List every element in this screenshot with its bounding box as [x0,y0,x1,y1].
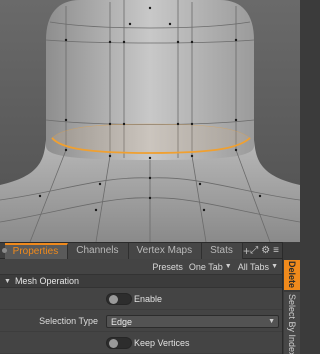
selection-type-row: Selection Type Edge ▼ [0,310,282,332]
tool-sidebar: Delete Select By Index [282,242,300,354]
selection-type-dropdown[interactable]: Edge ▼ [106,315,279,328]
keep-vertices-toggle[interactable] [106,337,132,349]
presets-row: Presets One Tab ▼ All Tabs ▼ [0,259,282,274]
toggle-knob [109,295,118,304]
all-tabs-dropdown[interactable]: All Tabs ▼ [238,262,278,272]
collapse-triangle-icon: ▼ [4,277,11,285]
presets-label[interactable]: Presets [152,262,183,272]
enable-row: Enable [0,288,282,310]
enable-toggle[interactable] [106,293,132,305]
enable-label: Enable [134,293,163,304]
add-tab-button[interactable]: + [243,243,250,258]
selection-type-label: Selection Type [39,315,98,326]
tab-channels[interactable]: Channels [68,243,129,259]
one-tab-dropdown[interactable]: One Tab ▼ [189,262,232,272]
delete-tab[interactable]: Delete [284,260,300,290]
keep-vertices-row: Keep Vertices [0,332,282,354]
tab-properties[interactable]: Properties [4,243,69,259]
mesh-operation-header[interactable]: ▼ Mesh Operation [0,274,282,288]
expand-icon[interactable]: ⤢ [250,243,258,259]
menu-icon[interactable]: ≡ [273,243,279,259]
tab-vertex-maps[interactable]: Vertex Maps [128,243,203,259]
properties-panel: Presets One Tab ▼ All Tabs ▼ ▼ Mesh Operat… [0,259,282,354]
chevron-down-icon: ▼ [268,318,275,325]
section-title: Mesh Operation [14,276,79,286]
select-by-index-tab[interactable]: Select By Index [284,292,300,354]
selection-type-value: Edge [111,316,133,327]
gear-icon[interactable]: ⚙ [261,243,270,259]
mesh-render [0,0,300,242]
chevron-down-icon: ▼ [224,263,232,270]
viewport-options-icon[interactable] [0,243,7,259]
toggle-knob [109,339,118,348]
3d-viewport[interactable] [0,0,300,242]
chevron-down-icon: ▼ [271,263,278,270]
properties-tab-bar: Properties Channels Vertex Maps Stats + … [0,242,282,259]
keep-vertices-label: Keep Vertices [134,337,190,348]
tab-stats[interactable]: Stats [202,243,243,259]
tab-bar-tools: ⤢ ⚙ ≡ [250,243,282,258]
